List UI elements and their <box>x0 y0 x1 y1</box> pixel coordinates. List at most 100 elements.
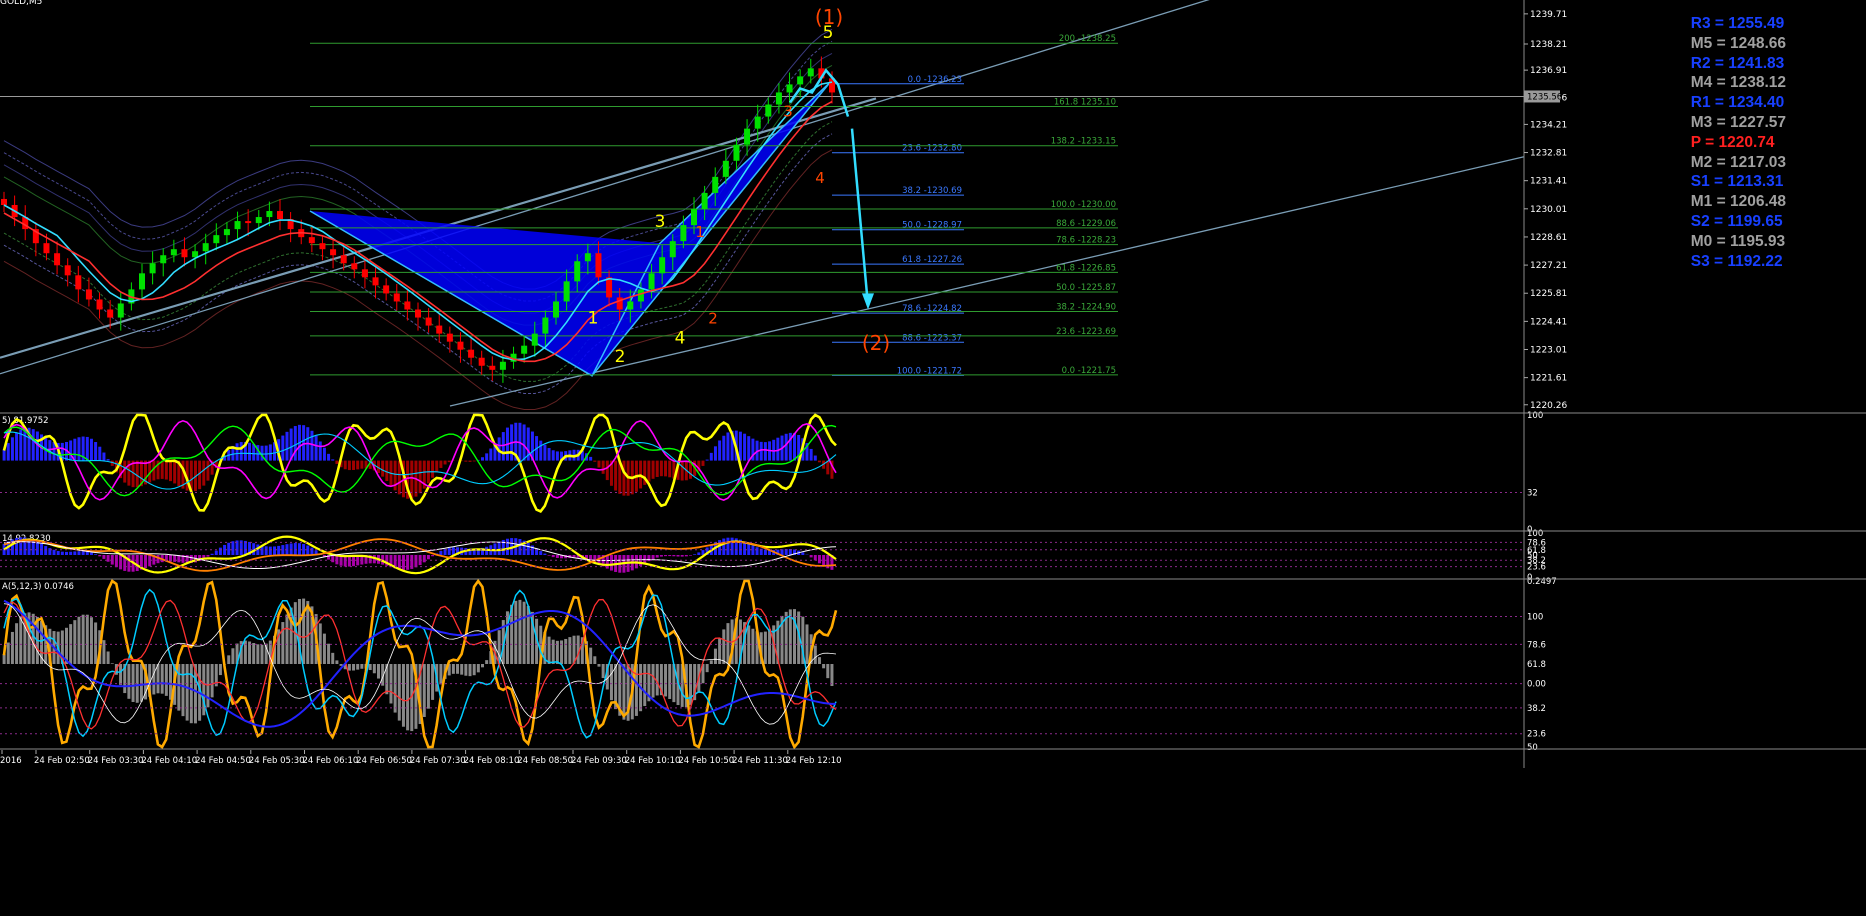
oscillator-bar <box>156 555 160 564</box>
oscillator-bar <box>722 435 726 461</box>
oscillator-bar <box>335 660 339 664</box>
candle-body <box>701 192 708 210</box>
candle-body <box>722 160 729 177</box>
oscillator-bar <box>139 664 143 702</box>
oscillator-bar <box>264 445 268 461</box>
time-tick-label: 24 Feb 08:10 <box>464 756 520 766</box>
oscillator-bar <box>135 460 139 488</box>
oscillator-bar <box>481 664 484 668</box>
oscillator-bar <box>401 664 405 727</box>
oscillator-bar <box>730 537 734 555</box>
oscillator-bar <box>476 664 480 673</box>
oscillator-bar <box>10 631 14 664</box>
oscillator-bar <box>793 609 796 664</box>
oscillator-bar <box>119 664 123 685</box>
pivot-level: M4 = 1238.12 <box>1690 74 1786 92</box>
oscillator-bar <box>81 551 85 555</box>
candle-body <box>404 301 411 310</box>
oscillator-title: A(5,12,3) 0.0746 <box>2 582 74 592</box>
oscillator-bar <box>647 555 651 562</box>
candle-body <box>744 128 751 145</box>
fib-extension-label: 61.8 -1226.85 <box>1056 263 1116 273</box>
price-tick-label: 1239.71 <box>1530 10 1567 20</box>
oscillator-bar <box>89 617 93 664</box>
candle-body <box>606 277 613 298</box>
oscillator-bar <box>127 664 131 699</box>
oscillator-bar <box>747 436 751 461</box>
oscillator-bar <box>555 555 559 558</box>
price-tick-label: 1223.01 <box>1530 345 1567 355</box>
candle-body <box>202 243 209 252</box>
fib-extension-label: 200 -1238.25 <box>1059 34 1116 44</box>
price-tick-label: 1236.91 <box>1530 66 1567 76</box>
candle-body <box>659 257 666 274</box>
candle-body <box>181 249 188 258</box>
oscillator-bar <box>597 460 601 468</box>
candle-body <box>478 357 485 366</box>
candle-body <box>330 249 337 256</box>
oscillator-bar <box>601 460 605 474</box>
oscillator-bar <box>293 426 297 461</box>
candle-body <box>107 309 114 318</box>
symbol-label: GOLD,M5 <box>0 0 42 7</box>
price-tick-label: 1230.01 <box>1530 205 1567 215</box>
trading-chart[interactable]: 0.0 -1236.2323.6 -1232.8038.2 -1230.6950… <box>0 0 1866 916</box>
oscillator-bar <box>693 554 697 555</box>
oscillator-bar <box>406 555 410 570</box>
fib-extension-label: 88.6 -1229.06 <box>1056 219 1116 229</box>
oscillator-bar <box>464 664 468 676</box>
oscillator-bar <box>81 614 85 664</box>
oscillator-bar <box>397 555 401 570</box>
oscillator-bar <box>252 643 256 664</box>
oscillator-bar <box>460 664 464 675</box>
candle-body <box>372 277 379 286</box>
candle-body <box>712 176 719 193</box>
oscillator-bar <box>273 546 276 555</box>
candle-body <box>669 241 676 258</box>
oscillator-tick-label: 23.6 <box>1527 730 1546 740</box>
candle-body <box>457 341 464 350</box>
pivot-level: M1 = 1206.48 <box>1690 193 1786 211</box>
oscillator-bar <box>185 664 189 721</box>
pivot-level: R1 = 1234.40 <box>1690 94 1785 112</box>
oscillator-bar <box>443 460 447 465</box>
oscillator-bar <box>414 555 418 568</box>
oscillator-bar <box>472 664 476 676</box>
oscillator-bar <box>264 546 268 555</box>
oscillator-bar <box>701 460 705 466</box>
oscillator-bar <box>426 664 430 709</box>
oscillator-bar <box>485 660 489 664</box>
oscillator-bar <box>651 460 655 479</box>
oscillator-bar <box>709 452 713 461</box>
oscillator-bar <box>377 664 380 679</box>
candle-body <box>680 225 687 242</box>
oscillator-bar <box>347 664 351 671</box>
oscillator-bar <box>747 625 751 664</box>
oscillator-bar <box>77 437 81 461</box>
oscillator-bar <box>722 629 726 664</box>
wave-label-orange: 4 <box>815 169 825 187</box>
candle-body <box>542 317 549 334</box>
oscillator-bar <box>609 664 613 701</box>
oscillator-bar <box>826 664 830 679</box>
oscillator-bar <box>352 664 356 671</box>
candle-body <box>160 255 167 264</box>
oscillator-bar <box>156 664 160 694</box>
oscillator-bar <box>651 664 655 698</box>
oscillator-bar <box>285 614 289 664</box>
candle-body <box>499 361 506 370</box>
candle-body <box>75 275 82 290</box>
oscillator-bar <box>817 555 821 564</box>
price-tick-label: 1225.81 <box>1530 289 1567 299</box>
fib-level-label: 61.8 -1227.26 <box>902 255 962 265</box>
oscillator-bar <box>322 633 326 664</box>
oscillator-bar <box>289 543 293 555</box>
oscillator-bar <box>227 542 231 555</box>
oscillator-tick-label: 78.6 <box>1527 640 1546 650</box>
oscillator-bar <box>447 460 451 463</box>
candle-body <box>425 317 432 326</box>
oscillator-bar <box>768 629 772 664</box>
oscillator-bar <box>60 551 64 555</box>
oscillator-bar <box>85 614 89 664</box>
oscillator-bar <box>106 651 110 664</box>
